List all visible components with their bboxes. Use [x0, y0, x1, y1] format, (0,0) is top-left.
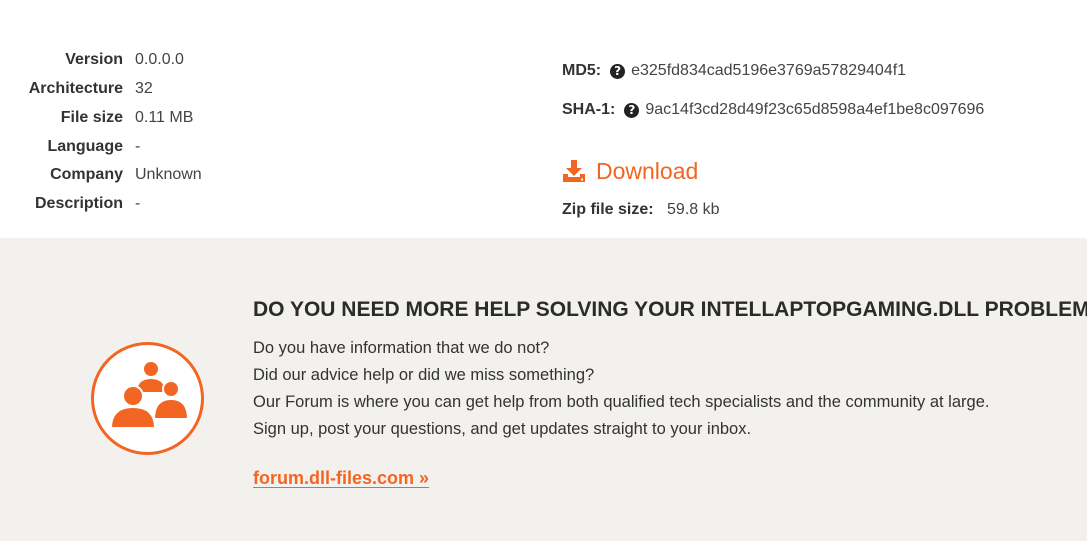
sha1-row: SHA-1: ? 9ac14f3cd28d49f23c65d8598a4ef1b…: [562, 98, 984, 122]
file-info-value: 32: [135, 80, 153, 97]
md5-label: MD5:: [562, 62, 602, 79]
help-text-line: Sign up, post your questions, and get up…: [253, 420, 752, 438]
file-info-row-language: Language -: [0, 135, 300, 159]
zip-size-label: Zip file size:: [562, 201, 654, 218]
file-info-row-company: Company Unknown: [0, 163, 300, 187]
file-info-value: -: [135, 138, 141, 155]
help-text-line: Did our advice help or did we miss somet…: [253, 366, 595, 384]
help-section: DO YOU NEED MORE HELP SOLVING YOUR INTEL…: [0, 238, 1087, 541]
download-link[interactable]: Download: [562, 156, 698, 186]
download-icon: [563, 160, 585, 182]
file-info-label: Language: [47, 138, 123, 155]
file-info-label: Company: [50, 166, 123, 183]
download-label: Download: [596, 157, 699, 184]
sha1-label: SHA-1:: [562, 101, 616, 118]
help-title: DO YOU NEED MORE HELP SOLVING YOUR INTEL…: [253, 298, 1087, 321]
file-info-row-version: Version 0.0.0.0: [0, 48, 300, 72]
sha1-value: 9ac14f3cd28d49f23c65d8598a4ef1be8c097696: [645, 101, 985, 118]
forum-users-icon: [91, 342, 204, 455]
file-info-label: Description: [34, 195, 123, 212]
file-info-value: 0.0.0.0: [135, 51, 184, 68]
zip-size-row: Zip file size: 59.8 kb: [562, 198, 720, 222]
zip-size-value: 59.8 kb: [667, 201, 720, 218]
file-info-label: Version: [65, 51, 123, 68]
md5-row: MD5: ? e325fd834cad5196e3769a57829404f1: [562, 59, 906, 83]
help-text-line: Our Forum is where you can get help from…: [253, 393, 990, 411]
question-circle-icon[interactable]: ?: [610, 63, 626, 79]
file-info-row-architecture: Architecture 32: [0, 77, 300, 101]
help-text-line: Do you have information that we do not?: [253, 339, 550, 357]
forum-link[interactable]: forum.dll-files.com »: [253, 468, 429, 489]
file-info-label: File size: [60, 109, 123, 126]
file-info-row-file-size: File size 0.11 MB: [0, 106, 300, 130]
file-info-value: Unknown: [135, 166, 202, 183]
file-info-row-description: Description -: [0, 192, 300, 216]
md5-value: e325fd834cad5196e3769a57829404f1: [631, 62, 907, 79]
question-circle-icon[interactable]: ?: [624, 102, 640, 118]
file-info-value: -: [135, 195, 141, 212]
file-info-value: 0.11 MB: [135, 109, 194, 126]
file-info-label: Architecture: [28, 80, 123, 97]
file-details-panel: Version 0.0.0.0 Architecture 32 File siz…: [0, 0, 1087, 238]
